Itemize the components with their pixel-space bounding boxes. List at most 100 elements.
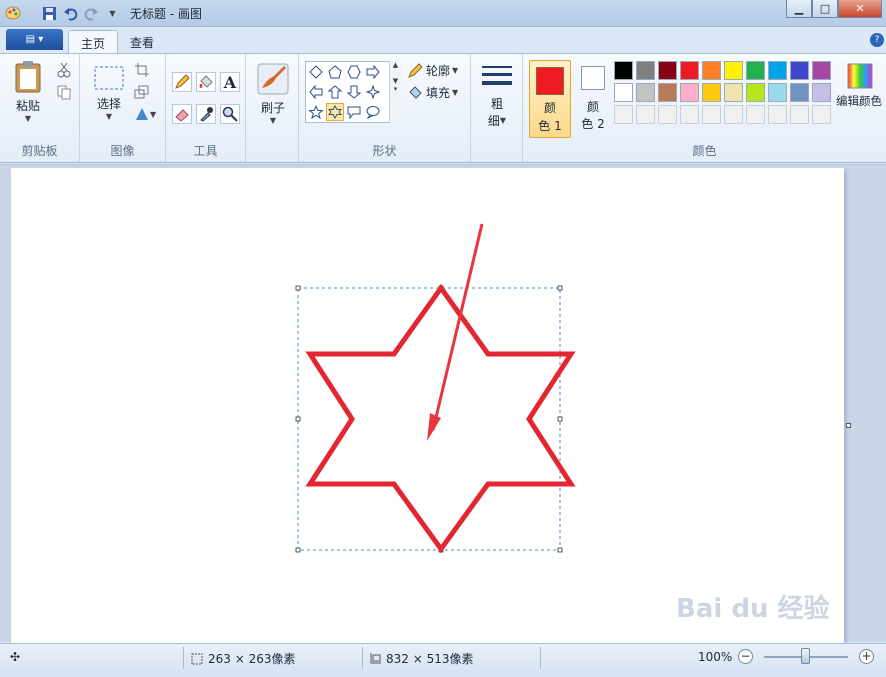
zoom-in-button[interactable]: + <box>859 649 874 664</box>
colors-group-label: 颜色 <box>692 144 717 158</box>
scissors-icon <box>57 62 71 78</box>
zoom-slider-thumb[interactable] <box>801 648 810 664</box>
palette-swatch[interactable] <box>768 83 787 102</box>
shape-six-point-star[interactable] <box>326 103 344 121</box>
eraser-tool[interactable] <box>172 104 192 124</box>
palette-swatch[interactable] <box>746 61 765 80</box>
copy-icon <box>57 85 71 100</box>
fill-button[interactable]: 填充 ▼ <box>407 84 458 101</box>
palette-swatch[interactable] <box>680 61 699 80</box>
palette-swatch[interactable] <box>724 61 743 80</box>
help-icon[interactable]: ? <box>870 33 884 47</box>
canvas-size-icon <box>370 652 381 663</box>
text-tool[interactable]: A <box>220 72 240 92</box>
minimize-button[interactable]: ▁ <box>786 0 812 18</box>
palette-swatch[interactable] <box>636 61 655 80</box>
palette-swatch[interactable] <box>702 105 721 124</box>
maximize-button[interactable]: □ <box>812 0 838 18</box>
shapes-gallery-scroll[interactable]: ▲ ▼ ▾ <box>389 61 401 123</box>
rotate-button[interactable]: ▼ <box>134 106 156 122</box>
palette-swatch[interactable] <box>790 61 809 80</box>
palette-swatch[interactable] <box>724 83 743 102</box>
status-bar: ✣ 263 × 263像素 832 × 513像素 100% − + <box>0 643 886 677</box>
shape-rect-callout[interactable] <box>345 103 363 121</box>
paint-app-icon[interactable] <box>4 5 21 22</box>
fill-bucket-icon <box>409 85 422 99</box>
tab-home[interactable]: 主页 <box>68 30 119 53</box>
crop-button[interactable] <box>134 62 150 81</box>
shape-pentagon[interactable] <box>326 63 344 81</box>
shape-left-arrow[interactable] <box>307 83 325 101</box>
brushes-label: 刷子 <box>260 101 285 115</box>
color-2-label-line1: 颜 <box>586 100 599 114</box>
tools-group: A 工具 <box>166 54 246 162</box>
paste-button[interactable]: 粘贴 ▼ <box>10 60 46 123</box>
outline-label: 轮廓 <box>426 64 451 78</box>
edit-colors-button[interactable]: 编辑颜色 <box>835 62 885 109</box>
customize-quick-access-icon[interactable]: ▼ <box>104 5 121 22</box>
pencil-tool[interactable] <box>172 72 192 92</box>
canvas-resize-handle-right[interactable] <box>846 423 851 428</box>
brush-icon <box>257 63 289 95</box>
rotate-icon <box>136 108 148 120</box>
size-button[interactable]: 粗 细 ▼ <box>479 64 515 129</box>
zoom-out-button[interactable]: − <box>738 649 753 664</box>
ribbon: 粘贴 ▼ 剪贴板 选择 ▼ ▼ 图像 A 工具 刷子 ▼ ▲ ▼ ▾ 轮廓 ▼ … <box>0 53 886 163</box>
palette-swatch[interactable] <box>746 105 765 124</box>
shape-four-point-star[interactable] <box>364 83 382 101</box>
copy-button[interactable] <box>56 84 72 103</box>
palette-swatch[interactable] <box>768 61 787 80</box>
palette-swatch[interactable] <box>636 105 655 124</box>
shape-right-arrow[interactable] <box>364 63 382 81</box>
palette-swatch[interactable] <box>724 105 743 124</box>
chevron-down-icon: ▼ <box>105 112 113 121</box>
shape-down-arrow[interactable] <box>345 83 363 101</box>
cut-button[interactable] <box>56 62 72 81</box>
palette-swatch[interactable] <box>614 105 633 124</box>
palette-swatch[interactable] <box>812 105 831 124</box>
palette-swatch[interactable] <box>636 83 655 102</box>
paste-label: 粘贴 <box>15 99 40 113</box>
fill-tool[interactable] <box>196 72 216 92</box>
palette-swatch[interactable] <box>658 83 677 102</box>
tab-view[interactable]: 查看 <box>118 30 166 53</box>
file-menu-button[interactable]: ▤ ▾ <box>6 29 63 50</box>
save-icon[interactable] <box>41 5 58 22</box>
palette-swatch[interactable] <box>702 83 721 102</box>
palette-swatch[interactable] <box>614 83 633 102</box>
drawing-canvas[interactable] <box>11 168 851 643</box>
resize-button[interactable] <box>134 84 150 103</box>
color-picker-tool[interactable] <box>196 104 216 124</box>
outline-icon <box>408 62 423 78</box>
palette-swatch[interactable] <box>680 83 699 102</box>
redo-icon[interactable] <box>83 5 100 22</box>
palette-swatch[interactable] <box>702 61 721 80</box>
close-button[interactable]: ✕ <box>838 0 882 18</box>
select-button[interactable]: 选择 ▼ <box>92 64 126 121</box>
magnifier-tool[interactable] <box>220 104 240 124</box>
shape-oval-callout[interactable] <box>364 103 382 121</box>
shape-diamond[interactable] <box>307 63 325 81</box>
brushes-button[interactable]: 刷子 ▼ <box>254 62 292 125</box>
palette-swatch[interactable] <box>658 105 677 124</box>
palette-swatch[interactable] <box>658 61 677 80</box>
selection-rectangle[interactable] <box>297 287 561 551</box>
color-2-button[interactable]: 颜 色 2 <box>575 66 611 132</box>
palette-swatch[interactable] <box>812 61 831 80</box>
outline-button[interactable]: 轮廓 ▼ <box>407 62 458 79</box>
palette-swatch[interactable] <box>746 83 765 102</box>
title-bar: ▼ 无标题 - 画图 ▁ □ ✕ <box>0 0 886 27</box>
palette-swatch[interactable] <box>790 83 809 102</box>
palette-swatch[interactable] <box>790 105 809 124</box>
palette-swatch[interactable] <box>812 83 831 102</box>
shape-up-arrow[interactable] <box>326 83 344 101</box>
palette-swatch[interactable] <box>768 105 787 124</box>
shape-five-point-star[interactable] <box>307 103 325 121</box>
palette-swatch[interactable] <box>680 105 699 124</box>
color-1-button[interactable]: 颜 色 1 <box>529 60 571 138</box>
undo-icon[interactable] <box>62 5 79 22</box>
tools-group-label: 工具 <box>193 144 218 158</box>
shape-hexagon[interactable] <box>345 63 363 81</box>
palette-swatch[interactable] <box>614 61 633 80</box>
selection-handles[interactable] <box>295 285 563 553</box>
